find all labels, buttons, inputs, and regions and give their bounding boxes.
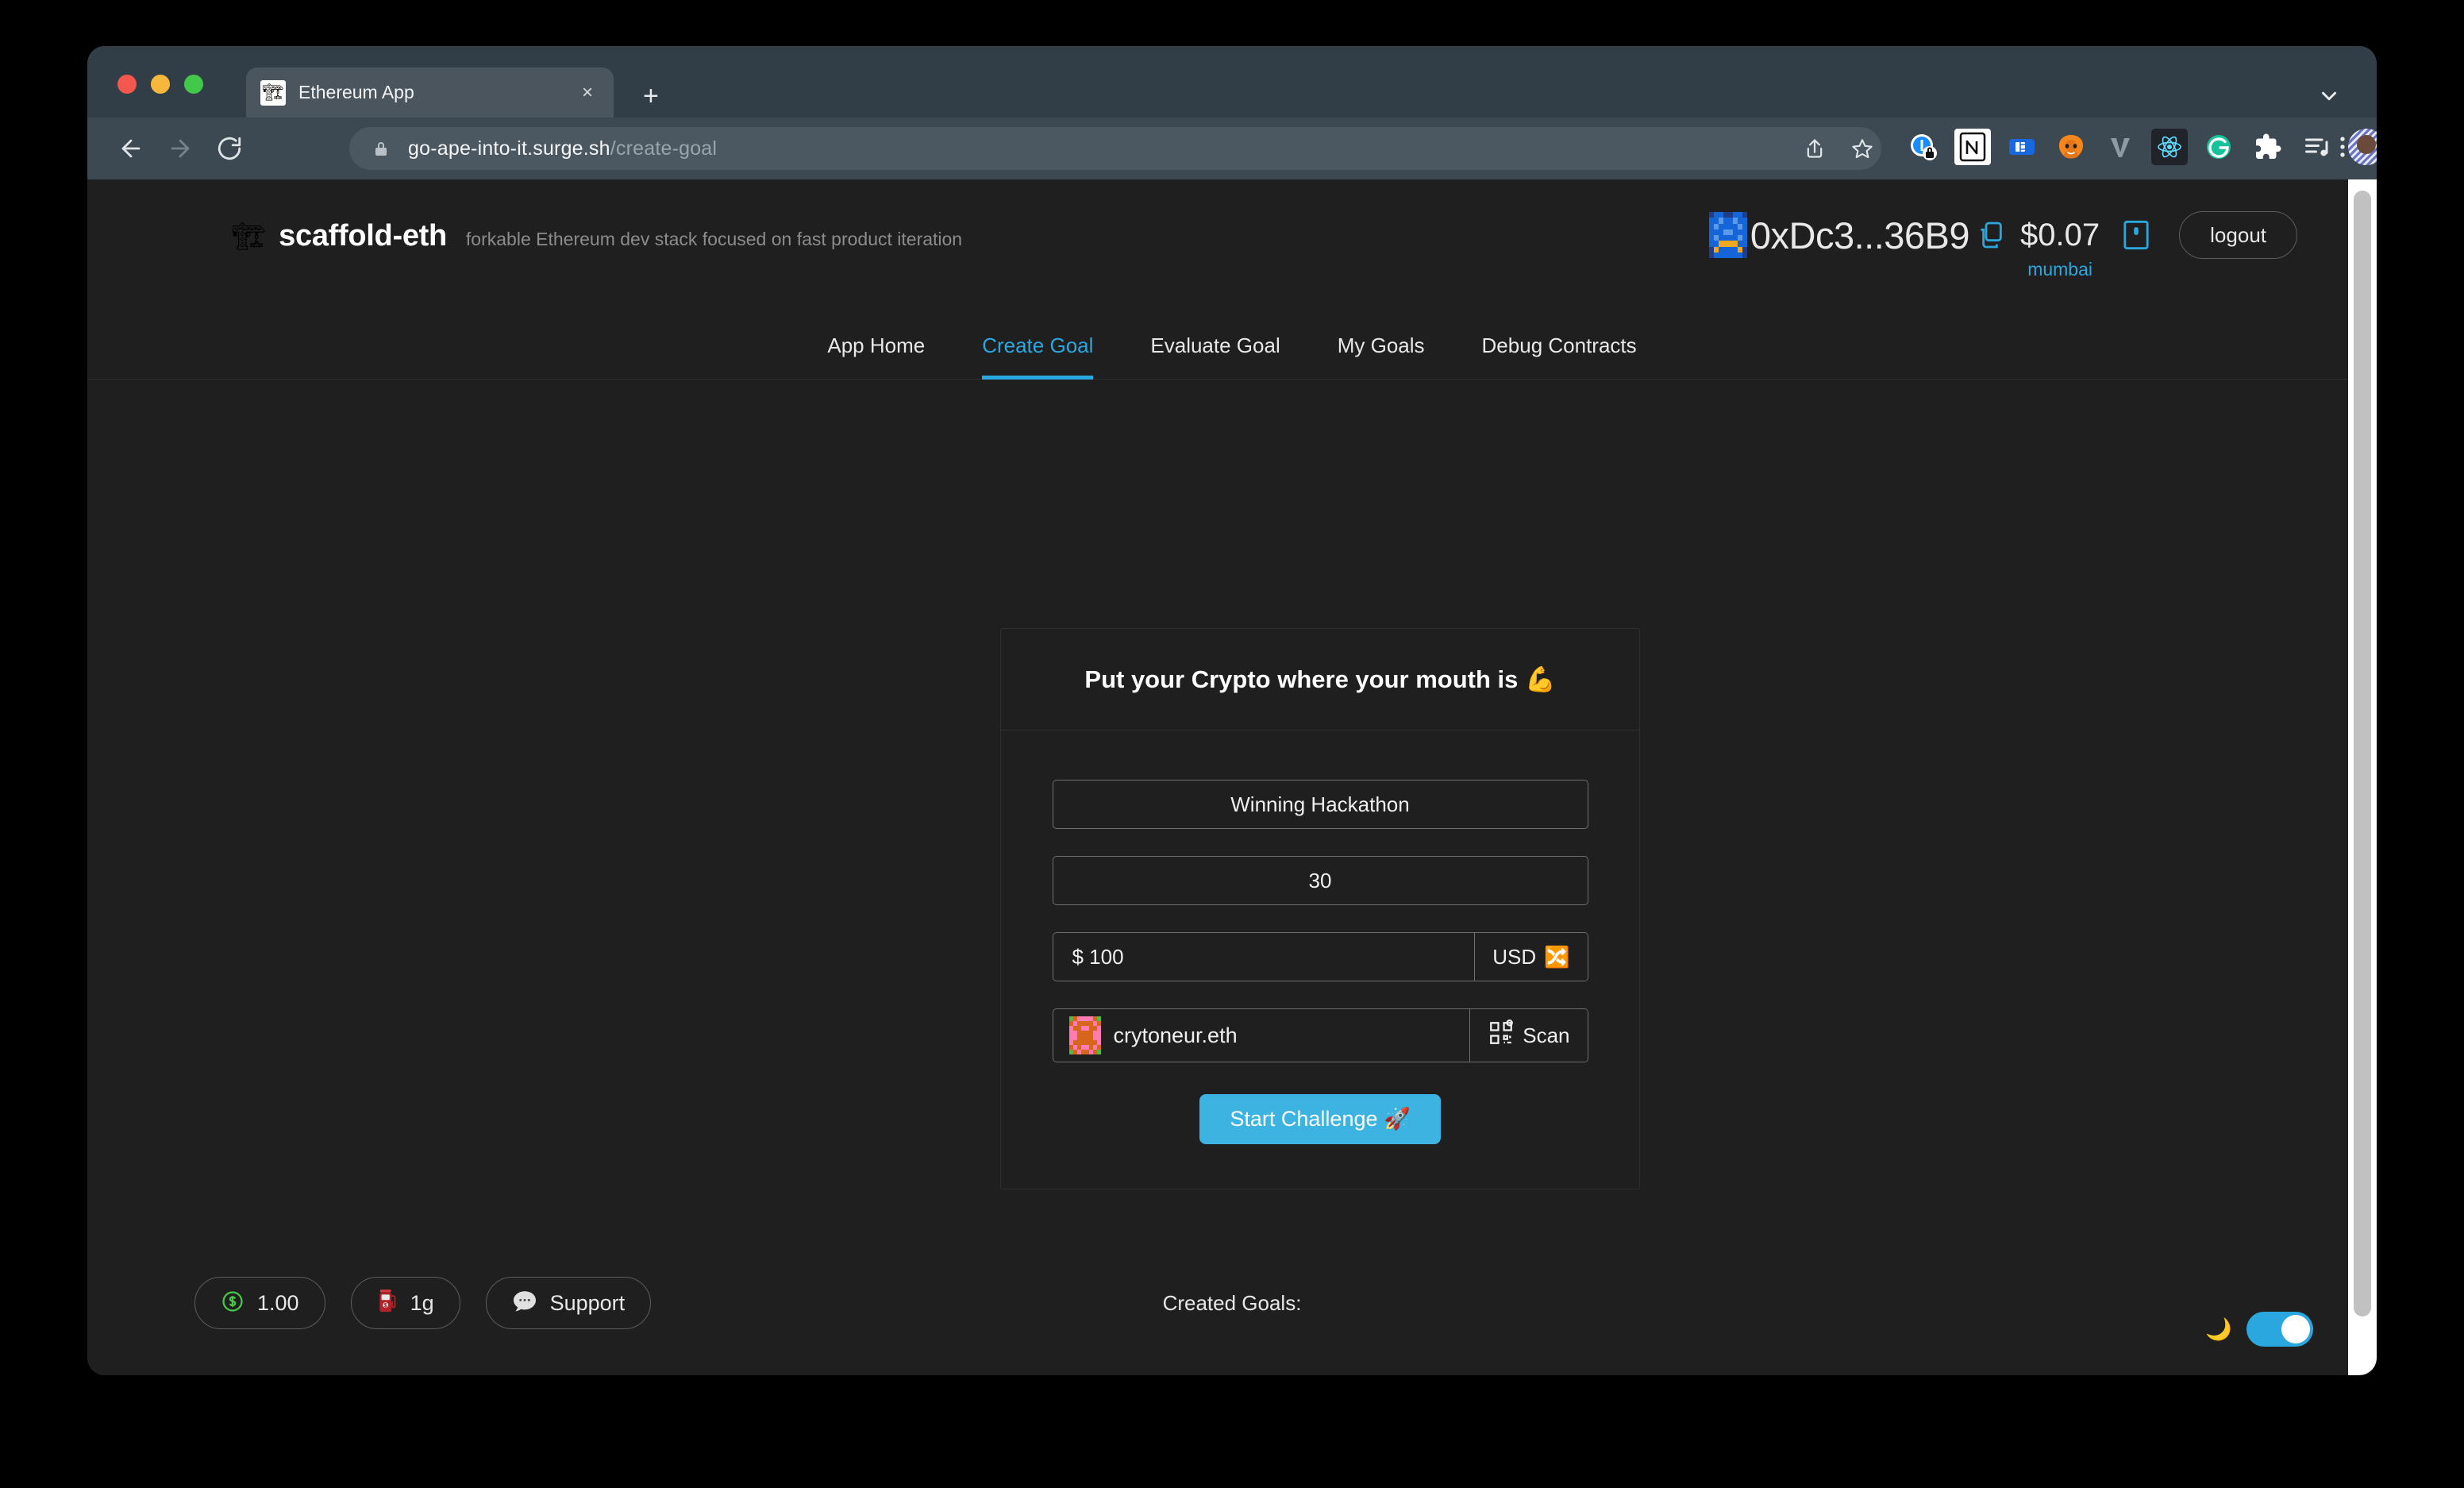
gas-pump-icon: [377, 1289, 398, 1318]
gas-price-pill[interactable]: 1g: [350, 1277, 460, 1329]
network-label: mumbai: [2027, 259, 2092, 279]
scan-label: Scan: [1523, 1023, 1570, 1047]
url-text: go-ape-into-it.surge.sh/create-goal: [408, 137, 717, 160]
recipient-blockie-avatar: [1068, 1016, 1101, 1054]
omnibar-actions: [1794, 128, 1883, 169]
address-field[interactable]: crytoneur.eth Scan: [1052, 1008, 1588, 1062]
browser-tab-strip: 🏗 Ethereum App × +: [87, 46, 2377, 118]
extensions-puzzle-icon[interactable]: [2250, 129, 2286, 165]
notion-extension-icon[interactable]: [1954, 129, 1991, 165]
metamask-extension-icon[interactable]: [2053, 129, 2089, 165]
account-bar: 0xDc3...36B9 $0.07 logout: [1708, 211, 2297, 259]
minimize-window-button[interactable]: [151, 75, 170, 94]
gas-label: 1g: [410, 1290, 434, 1315]
chevron-down-icon[interactable]: [2317, 84, 2341, 112]
wallet-address[interactable]: 0xDc3...36B9: [1750, 214, 1970, 257]
main-nav: App Home Create Goal Evaluate Goal My Go…: [87, 287, 2377, 380]
1password-extension-icon[interactable]: [1905, 129, 1942, 165]
moon-icon: 🌙: [2205, 1316, 2232, 1341]
react-devtools-extension-icon[interactable]: [2151, 129, 2188, 165]
tab-app-home[interactable]: App Home: [799, 333, 953, 379]
web-page: 🏗 scaffold-eth forkable Ethereum dev sta…: [87, 179, 2377, 1375]
bookmark-star-icon[interactable]: [1842, 128, 1883, 169]
reload-button[interactable]: [216, 135, 243, 162]
card-body: USD 🔀 crytoneur.eth Scan Start Challenge…: [1001, 731, 1639, 1189]
copy-icon[interactable]: [1974, 219, 2006, 251]
start-challenge-button[interactable]: Start Challenge 🚀: [1199, 1094, 1441, 1144]
grammarly-extension-icon[interactable]: [2200, 129, 2237, 165]
url-host: go-ape-into-it.surge.sh: [408, 137, 610, 160]
brand-tagline: forkable Ethereum dev stack focused on f…: [465, 229, 963, 249]
browser-tab[interactable]: 🏗 Ethereum App ×: [246, 67, 614, 118]
browser-extensions: [1905, 129, 2377, 165]
logout-button[interactable]: logout: [2179, 211, 2297, 259]
price-label: 1.00: [257, 1290, 299, 1315]
switch-knob: [2281, 1315, 2310, 1343]
construction-crane-icon: 🏗: [260, 79, 286, 106]
bottom-toolbar: 1.00 1g Support: [194, 1277, 652, 1329]
maximize-window-button[interactable]: [184, 75, 203, 94]
construction-crane-icon: 🏗: [232, 222, 267, 252]
days-field[interactable]: [1052, 856, 1588, 905]
scrollbar-thumb[interactable]: [2354, 191, 2371, 1316]
support-label: Support: [549, 1290, 626, 1315]
goal-name-input[interactable]: [1053, 781, 1588, 828]
dollar-circle-icon: [221, 1289, 244, 1317]
close-window-button[interactable]: [117, 75, 137, 94]
kebab-menu-icon[interactable]: [2329, 133, 2356, 164]
tab-my-goals[interactable]: My Goals: [1309, 333, 1453, 379]
qr-scan-icon: [1488, 1019, 1515, 1052]
scan-qr-button[interactable]: Scan: [1469, 1009, 1588, 1062]
app-header: 🏗 scaffold-eth forkable Ethereum dev sta…: [87, 179, 2377, 287]
chat-bubble-icon: [512, 1289, 537, 1317]
amount-input[interactable]: [1053, 933, 1475, 981]
days-input[interactable]: [1053, 857, 1588, 904]
support-pill[interactable]: Support: [485, 1277, 652, 1329]
page-scrollbar[interactable]: [2348, 179, 2377, 1375]
wallet-icon[interactable]: [2120, 218, 2152, 252]
save-to-extension-icon[interactable]: [2004, 129, 2040, 165]
usd-balance: $0.07: [2020, 217, 2100, 252]
card-header: Put your Crypto where your mouth is 💪: [1001, 629, 1639, 731]
vimium-extension-icon[interactable]: [2102, 129, 2139, 165]
shuffle-icon: 🔀: [1544, 944, 1570, 969]
card-title: Put your Crypto where your mouth is 💪: [1084, 665, 1556, 693]
share-icon[interactable]: [1794, 128, 1835, 169]
back-button[interactable]: [117, 135, 144, 162]
browser-window: 🏗 Ethereum App × + go-ape-into-it.surge.…: [87, 46, 2377, 1375]
currency-toggle-button[interactable]: USD 🔀: [1474, 933, 1588, 981]
address-input[interactable]: crytoneur.eth: [1114, 1023, 1470, 1048]
tab-evaluate-goal[interactable]: Evaluate Goal: [1122, 333, 1308, 379]
browser-toolbar: go-ape-into-it.surge.sh/create-goal: [87, 118, 2377, 179]
tab-create-goal[interactable]: Create Goal: [953, 333, 1122, 380]
brand-name: scaffold-eth: [279, 219, 447, 252]
goal-name-field[interactable]: [1052, 780, 1588, 829]
dark-mode-switch[interactable]: [2246, 1312, 2313, 1347]
theme-toggle[interactable]: 🌙: [2205, 1312, 2313, 1347]
forward-button[interactable]: [167, 135, 194, 162]
amount-field[interactable]: USD 🔀: [1052, 932, 1588, 981]
tab-title: Ethereum App: [298, 82, 414, 102]
price-pill[interactable]: 1.00: [194, 1277, 325, 1329]
new-tab-button[interactable]: +: [643, 83, 659, 110]
url-path: /create-goal: [610, 137, 718, 160]
create-goal-card: Put your Crypto where your mouth is 💪 US…: [1000, 628, 1640, 1189]
lock-icon: [372, 139, 391, 158]
address-blockie-avatar: [1708, 212, 1747, 258]
app-brand: 🏗 scaffold-eth forkable Ethereum dev sta…: [232, 219, 962, 253]
window-traffic-lights: [117, 75, 203, 94]
tab-debug-contracts[interactable]: Debug Contracts: [1453, 333, 1665, 379]
currency-label: USD: [1492, 944, 1537, 969]
close-icon[interactable]: ×: [576, 83, 599, 102]
address-bar[interactable]: go-ape-into-it.surge.sh/create-goal: [349, 127, 1881, 170]
